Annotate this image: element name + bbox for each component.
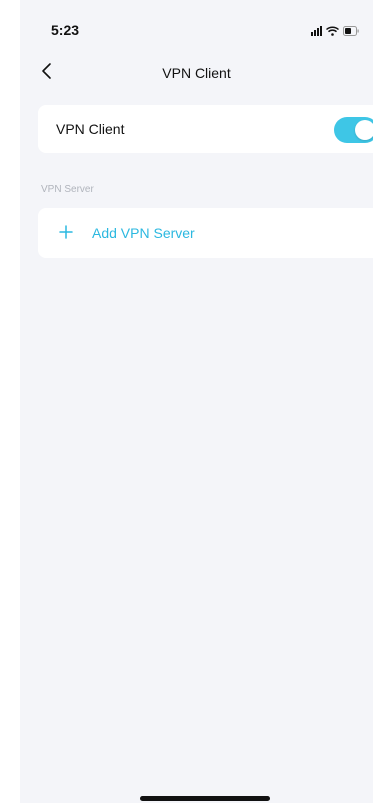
vpn-client-card: VPN Client bbox=[38, 105, 373, 153]
phone-screen: 5:23 VPN Client VPN Client VPN Server Ad… bbox=[20, 0, 373, 803]
vpn-server-section-label: VPN Server bbox=[41, 184, 94, 195]
status-time: 5:23 bbox=[51, 22, 80, 38]
vpn-client-label: VPN Client bbox=[56, 121, 125, 137]
plus-icon bbox=[59, 225, 73, 239]
toggle-knob bbox=[355, 120, 373, 140]
add-vpn-server-button[interactable]: Add VPN Server bbox=[38, 208, 373, 258]
nav-bar: VPN Client bbox=[20, 50, 373, 96]
add-vpn-server-label: Add VPN Server bbox=[92, 225, 195, 241]
wifi-icon bbox=[326, 26, 339, 36]
battery-icon bbox=[343, 26, 359, 36]
signal-icon bbox=[311, 25, 322, 36]
vpn-client-toggle[interactable] bbox=[334, 117, 373, 143]
status-bar: 5:23 bbox=[20, 0, 373, 50]
status-icons bbox=[311, 24, 359, 36]
home-indicator bbox=[140, 796, 270, 801]
page-title: VPN Client bbox=[162, 65, 231, 81]
